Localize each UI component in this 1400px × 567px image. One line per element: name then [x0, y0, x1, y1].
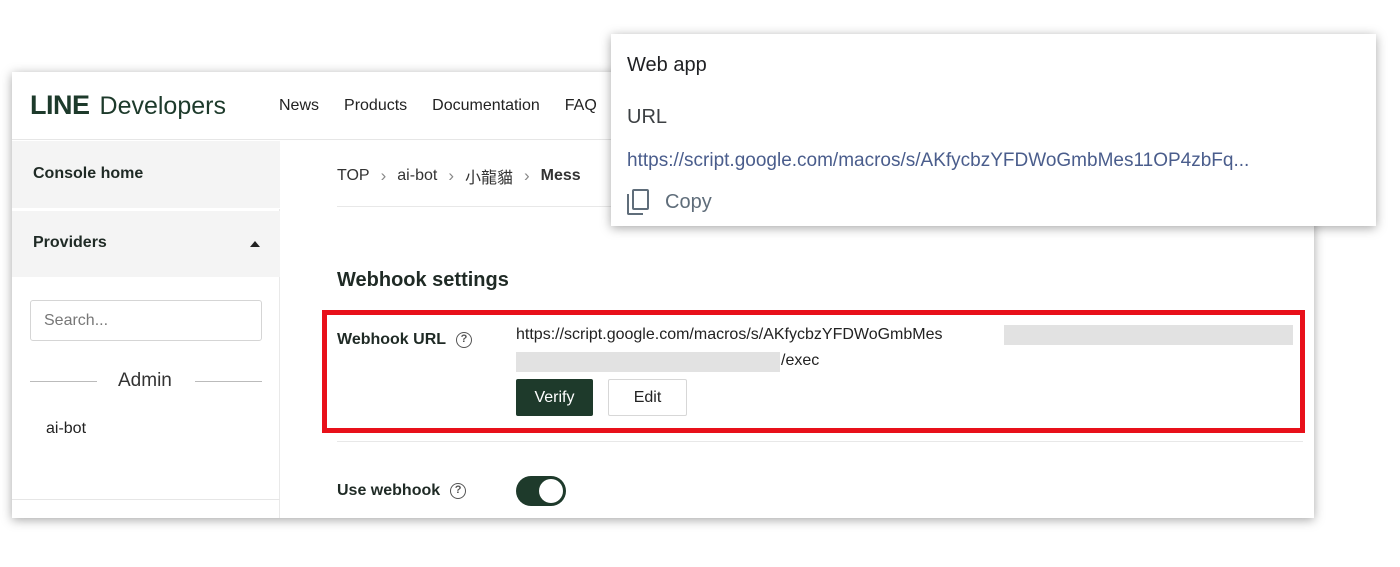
- verify-button[interactable]: Verify: [516, 379, 593, 416]
- console-home-label: Console home: [33, 165, 144, 182]
- nav-faq[interactable]: FAQ: [565, 97, 597, 115]
- nav-documentation[interactable]: Documentation: [432, 97, 540, 115]
- nav-products[interactable]: Products: [344, 97, 407, 115]
- edit-button[interactable]: Edit: [608, 379, 687, 416]
- caret-up-icon[interactable]: [250, 241, 260, 247]
- provider-search-input[interactable]: [30, 300, 262, 341]
- provider-group-label: Admin: [118, 370, 172, 391]
- chevron-right-icon: ›: [380, 166, 387, 185]
- breadcrumb-current: Mess: [540, 167, 581, 184]
- redacted-url-part: [1004, 325, 1293, 345]
- web-app-popup: Web app URL https://script.google.com/ma…: [611, 34, 1376, 226]
- popup-title: Web app: [627, 54, 707, 76]
- webhook-settings-title: Webhook settings: [337, 269, 509, 291]
- use-webhook-label-row: Use webhook ?: [337, 482, 467, 500]
- divider: [337, 441, 1303, 442]
- toggle-knob: [539, 479, 563, 503]
- copy-button[interactable]: Copy: [627, 189, 712, 215]
- webhook-url-value-end: /exec: [781, 352, 820, 369]
- logo-product: Developers: [99, 92, 226, 120]
- webhook-url-value-start: https://script.google.com/macros/s/AKfyc…: [516, 326, 943, 343]
- main-nav: News Products Documentation FAQ: [279, 97, 622, 115]
- webhook-url-label: Webhook URL: [337, 331, 447, 348]
- divider: [195, 381, 262, 382]
- sidebar: Console home Providers Admin ai-bot: [12, 141, 280, 518]
- breadcrumb-provider[interactable]: ai-bot: [397, 167, 437, 185]
- logo-brand: LINE: [30, 90, 90, 120]
- line-developers-logo[interactable]: LINE Developers: [30, 90, 226, 122]
- sidebar-item-ai-bot[interactable]: ai-bot: [46, 420, 86, 438]
- providers-label: Providers: [33, 234, 107, 251]
- breadcrumb-channel[interactable]: 小龍貓: [465, 164, 513, 188]
- chevron-right-icon: ›: [524, 166, 530, 185]
- sidebar-item-providers[interactable]: Providers: [12, 211, 280, 277]
- divider: [30, 381, 97, 382]
- web-app-url-link[interactable]: https://script.google.com/macros/s/AKfyc…: [627, 150, 1362, 172]
- use-webhook-label: Use webhook: [337, 482, 441, 499]
- webhook-url-label-row: Webhook URL ?: [337, 331, 473, 349]
- help-icon[interactable]: ?: [450, 483, 467, 499]
- sidebar-item-console-home[interactable]: Console home: [12, 141, 280, 209]
- popup-url-label: URL: [627, 106, 668, 128]
- redacted-url-part: [516, 352, 780, 372]
- chevron-right-icon: ›: [448, 166, 454, 185]
- copy-label: Copy: [665, 190, 712, 213]
- breadcrumb: TOP › ai-bot › 小龍貓 › Mess: [337, 164, 581, 188]
- use-webhook-toggle[interactable]: [516, 476, 566, 506]
- copy-icon: [627, 189, 651, 215]
- nav-news[interactable]: News: [279, 97, 319, 115]
- divider: [12, 499, 280, 500]
- breadcrumb-top[interactable]: TOP: [337, 167, 370, 185]
- help-icon[interactable]: ?: [456, 332, 473, 348]
